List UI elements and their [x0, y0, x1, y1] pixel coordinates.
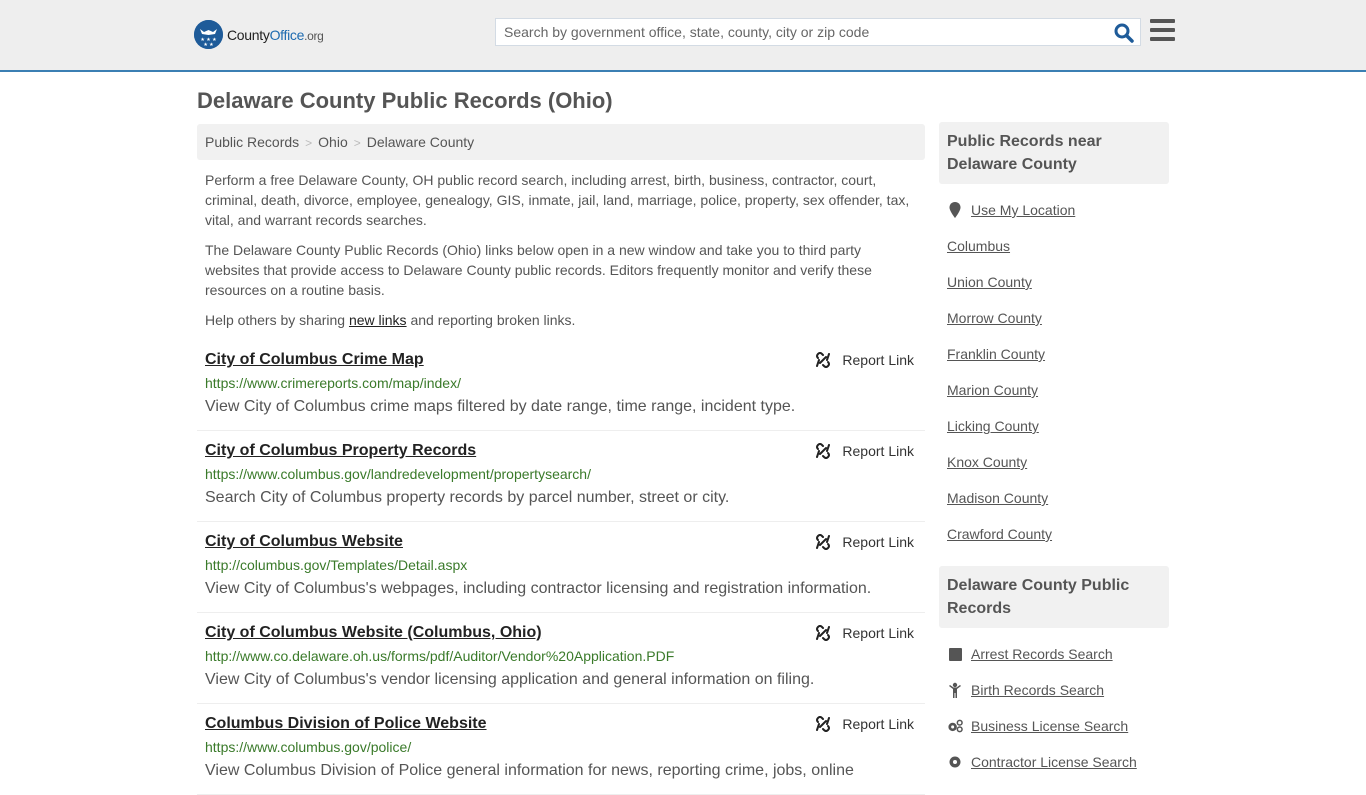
result-description: View Columbus Division of Police general…: [205, 762, 854, 779]
result-title-link[interactable]: City of Columbus Crime Map: [205, 350, 424, 370]
result-description: Search City of Columbus property records…: [205, 489, 730, 506]
nearby-link-crawford-county[interactable]: Crawford County: [947, 526, 1052, 542]
nearby-item: Madison County: [947, 480, 1161, 516]
nearby-heading: Public Records near Delaware County: [939, 122, 1169, 184]
result-title-link[interactable]: Columbus Division of Police Website: [205, 714, 487, 734]
result-item: City of Columbus Website (Columbus, Ohio…: [197, 613, 925, 704]
result-url: http://www.co.delaware.oh.us/forms/pdf/A…: [205, 648, 675, 664]
result-title-link[interactable]: City of Columbus Website: [205, 532, 403, 552]
result-item: Columbus Division of Police Website http…: [197, 704, 925, 795]
page-title: Delaware County Public Records (Ohio): [197, 88, 613, 113]
nearby-link-morrow-county[interactable]: Morrow County: [947, 310, 1042, 326]
nearby-item: Licking County: [947, 408, 1161, 444]
records-item: Arrest Records Search: [947, 636, 1161, 672]
result-description: View City of Columbus's vendor licensing…: [205, 671, 815, 688]
breadcrumb-public-records[interactable]: Public Records: [205, 134, 299, 150]
breadcrumb-separator: >: [353, 136, 361, 150]
report-link-button[interactable]: Report Link: [815, 625, 914, 641]
search-box: [495, 18, 1141, 46]
records-heading: Delaware County Public Records: [939, 566, 1169, 628]
result-url: https://www.columbus.gov/landredevelopme…: [205, 466, 591, 482]
records-item: Birth Records Search: [947, 672, 1161, 708]
breadcrumb-ohio[interactable]: Ohio: [318, 134, 348, 150]
intro-paragraph-3: Help others by sharing new links and rep…: [205, 312, 576, 328]
result-url: https://www.crimereports.com/map/index/: [205, 375, 461, 391]
arrest-records-link[interactable]: Arrest Records Search: [971, 646, 1113, 662]
search-button[interactable]: [1114, 23, 1134, 43]
search-icon: [1114, 23, 1134, 43]
nearby-list: Use My Location Columbus Union County Mo…: [939, 184, 1169, 552]
result-item: City of Columbus Website http://columbus…: [197, 522, 925, 613]
sidebar: Public Records near Delaware County Use …: [939, 122, 1169, 780]
result-description: View City of Columbus's webpages, includ…: [205, 580, 872, 597]
search-input[interactable]: [496, 19, 1106, 45]
use-my-location-item: Use My Location: [947, 192, 1161, 228]
svg-text:★ ★: ★ ★: [203, 42, 214, 48]
site-header: ★ ★ ★ ★ ★ CountyOffice.org: [0, 0, 1366, 72]
logo-badge-icon: ★ ★ ★ ★ ★: [194, 20, 223, 49]
nearby-link-franklin-county[interactable]: Franklin County: [947, 346, 1045, 362]
broken-link-icon: [816, 534, 831, 550]
breadcrumb-separator: >: [305, 136, 313, 150]
records-item: Contractor License Search: [947, 744, 1161, 780]
broken-link-icon: [816, 625, 831, 641]
nearby-item: Morrow County: [947, 300, 1161, 336]
records-item: Business License Search: [947, 708, 1161, 744]
nearby-item: Knox County: [947, 444, 1161, 480]
report-link-button[interactable]: Report Link: [815, 716, 914, 732]
broken-link-icon: [816, 352, 831, 368]
gear-icon: [947, 755, 963, 769]
intro-text: Perform a free Delaware County, OH publi…: [205, 170, 917, 340]
hamburger-menu-icon: [1150, 19, 1175, 23]
report-link-button[interactable]: Report Link: [815, 443, 914, 459]
nearby-link-columbus[interactable]: Columbus: [947, 238, 1010, 254]
broken-link-icon: [816, 716, 831, 732]
nearby-link-knox-county[interactable]: Knox County: [947, 454, 1027, 470]
use-my-location-link[interactable]: Use My Location: [971, 202, 1075, 218]
square-icon: [947, 647, 963, 661]
nearby-item: Union County: [947, 264, 1161, 300]
gears-icon: [947, 719, 963, 733]
business-license-link[interactable]: Business License Search: [971, 718, 1128, 734]
intro-paragraph-2: The Delaware County Public Records (Ohio…: [205, 242, 872, 298]
nearby-link-madison-county[interactable]: Madison County: [947, 490, 1048, 506]
nearby-item: Crawford County: [947, 516, 1161, 552]
hamburger-menu-button[interactable]: [1150, 19, 1175, 41]
result-title-link[interactable]: City of Columbus Website (Columbus, Ohio…: [205, 623, 542, 643]
nearby-item: Franklin County: [947, 336, 1161, 372]
map-marker-icon: [947, 202, 963, 218]
site-logo[interactable]: ★ ★ ★ ★ ★ CountyOffice.org: [194, 20, 324, 49]
result-url: http://columbus.gov/Templates/Detail.asp…: [205, 557, 468, 573]
records-list: Arrest Records Search Birth Records Sear…: [939, 628, 1169, 780]
intro-paragraph-1: Perform a free Delaware County, OH publi…: [205, 172, 910, 228]
breadcrumb: Public Records > Ohio > Delaware County: [197, 124, 925, 160]
nearby-link-licking-county[interactable]: Licking County: [947, 418, 1039, 434]
breadcrumb-current: Delaware County: [366, 134, 475, 150]
nearby-link-union-county[interactable]: Union County: [947, 274, 1032, 290]
broken-link-icon: [816, 443, 831, 459]
logo-wordmark: CountyOffice.org: [227, 26, 324, 43]
result-description: View City of Columbus crime maps filtere…: [205, 398, 796, 415]
result-item: City of Columbus Crime Map https://www.c…: [197, 340, 925, 431]
new-links-link[interactable]: new links: [349, 312, 407, 328]
result-url: https://www.columbus.gov/police/: [205, 739, 412, 755]
nearby-link-marion-county[interactable]: Marion County: [947, 382, 1038, 398]
birth-records-link[interactable]: Birth Records Search: [971, 682, 1104, 698]
results-list: City of Columbus Crime Map https://www.c…: [197, 340, 925, 795]
report-link-button[interactable]: Report Link: [815, 352, 914, 368]
child-icon: [947, 682, 963, 698]
nearby-item: Columbus: [947, 228, 1161, 264]
result-item: City of Columbus Property Records https:…: [197, 431, 925, 522]
result-title-link[interactable]: City of Columbus Property Records: [205, 441, 476, 461]
nearby-item: Marion County: [947, 372, 1161, 408]
report-link-button[interactable]: Report Link: [815, 534, 914, 550]
